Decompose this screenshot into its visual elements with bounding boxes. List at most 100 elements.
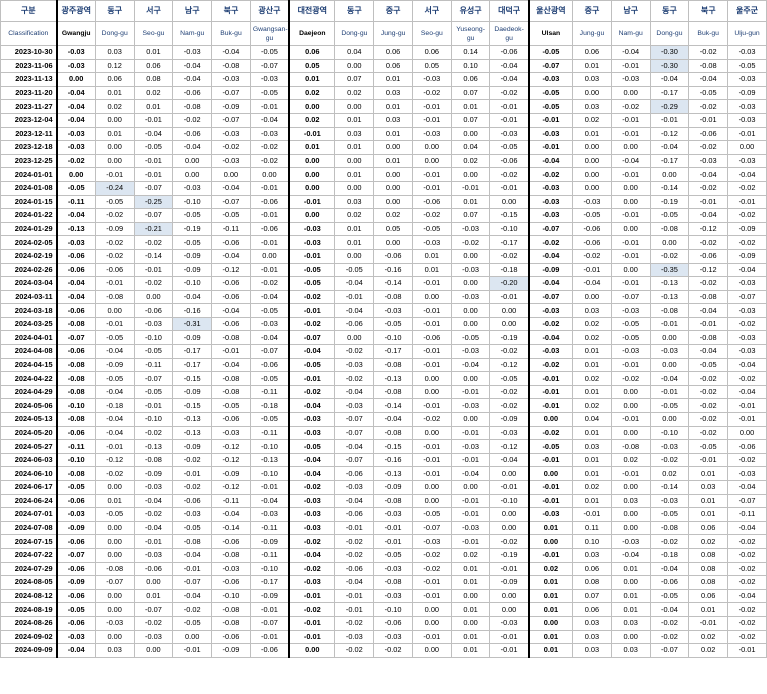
table-cell: -0.01: [288, 588, 336, 604]
table-cell: 0.01: [572, 466, 612, 481]
table-row: 2024-08-12 -0.06 0.00 0.01 -0.04 -0.10 -0.09 -0…: [0, 588, 767, 604]
table-cell: -0.15: [172, 371, 213, 386]
table-cell: -0.06: [172, 493, 213, 509]
table-cell: -0.02: [94, 466, 135, 481]
table-cell: -0.01: [450, 534, 491, 549]
row-date: 2024-03-04: [0, 276, 58, 291]
table-cell: -0.04: [55, 643, 96, 658]
table-cell: 0.03: [572, 72, 612, 87]
header-region-kr: 북구: [688, 0, 729, 22]
table-cell: -0.01: [133, 398, 174, 414]
table-cell: -0.03: [373, 303, 413, 318]
table-cell: -0.01: [610, 276, 651, 291]
table-cell: 0.03: [572, 547, 612, 563]
row-date: 2024-03-18: [0, 303, 58, 318]
table-cell: -0.04: [288, 547, 336, 563]
table-cell: -0.12: [94, 452, 135, 468]
table-cell: -0.02: [649, 248, 690, 264]
table-cell: 0.00: [610, 398, 651, 414]
table-cell: 0.06: [133, 58, 174, 74]
table-cell: -0.05: [55, 180, 96, 196]
table-cell: -0.01: [133, 262, 174, 278]
table-cell: -0.05: [133, 140, 174, 155]
table-row: 2023-12-11 -0.03 0.01 -0.04 -0.06 -0.03 -0.03-…: [0, 126, 767, 142]
table-cell: -0.04: [211, 45, 251, 60]
table-row: 2024-04-29 -0.08 -0.04 -0.05 -0.09 -0.08 -0.11…: [0, 384, 767, 400]
table-cell: 0.00: [450, 248, 491, 264]
table-cell: -0.03: [133, 547, 174, 563]
table-cell: -0.14: [649, 480, 690, 495]
table-cell: -0.04: [727, 357, 767, 373]
table-cell: -0.01: [288, 303, 336, 318]
table-cell: -0.11: [211, 221, 251, 237]
table-cell: -0.07: [249, 615, 290, 631]
table-cell: -0.03: [450, 221, 491, 237]
table-cell: -0.01: [610, 126, 651, 142]
table-row: 2024-05-20 -0.06 -0.04 -0.02 -0.13 -0.03 -0.11…: [0, 425, 767, 441]
header-region-kr: 광산구: [249, 0, 290, 22]
table-cell: -0.02: [489, 344, 530, 359]
table-cell: -0.03: [610, 344, 651, 359]
table-cell: 0.00: [334, 58, 375, 74]
table-cell: -0.03: [334, 629, 375, 645]
table-cell: -0.09: [249, 534, 290, 549]
table-cell: -0.15: [373, 439, 413, 454]
table-cell: -0.01: [527, 452, 574, 468]
table-cell: -0.06: [55, 493, 96, 509]
row-date: 2024-01-29: [0, 221, 58, 237]
table-cell: -0.01: [94, 167, 135, 182]
table-cell: -0.06: [411, 194, 452, 210]
table-cell: -0.03: [450, 520, 491, 536]
table-cell: -0.02: [727, 235, 767, 250]
table-cell: -0.18: [649, 547, 690, 563]
row-date: 2023-11-06: [0, 58, 58, 74]
table-cell: -0.02: [133, 235, 174, 250]
table-cell: -0.01: [527, 140, 574, 155]
table-cell: -0.09: [133, 466, 174, 481]
table-cell: -0.13: [55, 221, 96, 237]
table-cell: -0.04: [249, 493, 290, 509]
table-cell: -0.01: [133, 167, 174, 182]
table-row: 2024-07-01 -0.03 -0.05 -0.02 -0.03 -0.04 -0.03…: [0, 507, 767, 522]
table-row: 2024-08-19 -0.05 0.00 -0.07 -0.02 -0.08 -0.01-…: [0, 602, 767, 617]
table-cell: -0.01: [489, 480, 530, 495]
table-cell: -0.06: [688, 248, 729, 264]
table-cell: -0.01: [172, 466, 213, 481]
table-cell: -0.24: [94, 180, 135, 196]
table-cell: -0.12: [211, 480, 251, 495]
table-cell: -0.02: [211, 140, 251, 155]
table-cell: -0.02: [727, 561, 767, 577]
table-cell: -0.06: [649, 575, 690, 590]
table-cell: -0.02: [688, 180, 729, 196]
table-cell: -0.05: [450, 330, 491, 346]
table-cell: -0.09: [172, 330, 213, 346]
table-cell: 0.06: [373, 58, 413, 74]
table-cell: 0.00: [727, 140, 767, 155]
table-cell: -0.04: [527, 248, 574, 264]
table-cell: 0.00: [172, 153, 213, 169]
table-cell: -0.06: [211, 534, 251, 549]
table-row: 2024-06-03 -0.10 -0.12 -0.08 -0.02 -0.12 -0.13…: [0, 452, 767, 468]
table-cell: -0.04: [688, 208, 729, 223]
table-cell: -0.03: [489, 425, 530, 441]
table-cell: -0.06: [211, 575, 251, 590]
table-cell: 0.00: [94, 480, 135, 495]
table-cell: -0.03: [489, 615, 530, 631]
table-cell: -0.07: [211, 112, 251, 128]
table-cell: 0.11: [572, 520, 612, 536]
table-cell: -0.09: [211, 99, 251, 114]
table-cell: -0.03: [727, 344, 767, 359]
table-cell: -0.04: [55, 208, 96, 223]
header-region-kr: 동구: [94, 0, 135, 22]
table-cell: -0.02: [133, 507, 174, 522]
header-region-kr: 남구: [610, 0, 651, 22]
table-cell: -0.09: [727, 248, 767, 264]
table-cell: -0.03: [334, 398, 375, 414]
table-cell: -0.08: [172, 99, 213, 114]
table-cell: 0.07: [450, 112, 491, 128]
table-cell: -0.02: [688, 425, 729, 441]
table-cell: 0.00: [55, 72, 96, 87]
table-cell: -0.03: [288, 507, 336, 522]
table-cell: -0.01: [610, 208, 651, 223]
table-cell: 0.01: [572, 357, 612, 373]
